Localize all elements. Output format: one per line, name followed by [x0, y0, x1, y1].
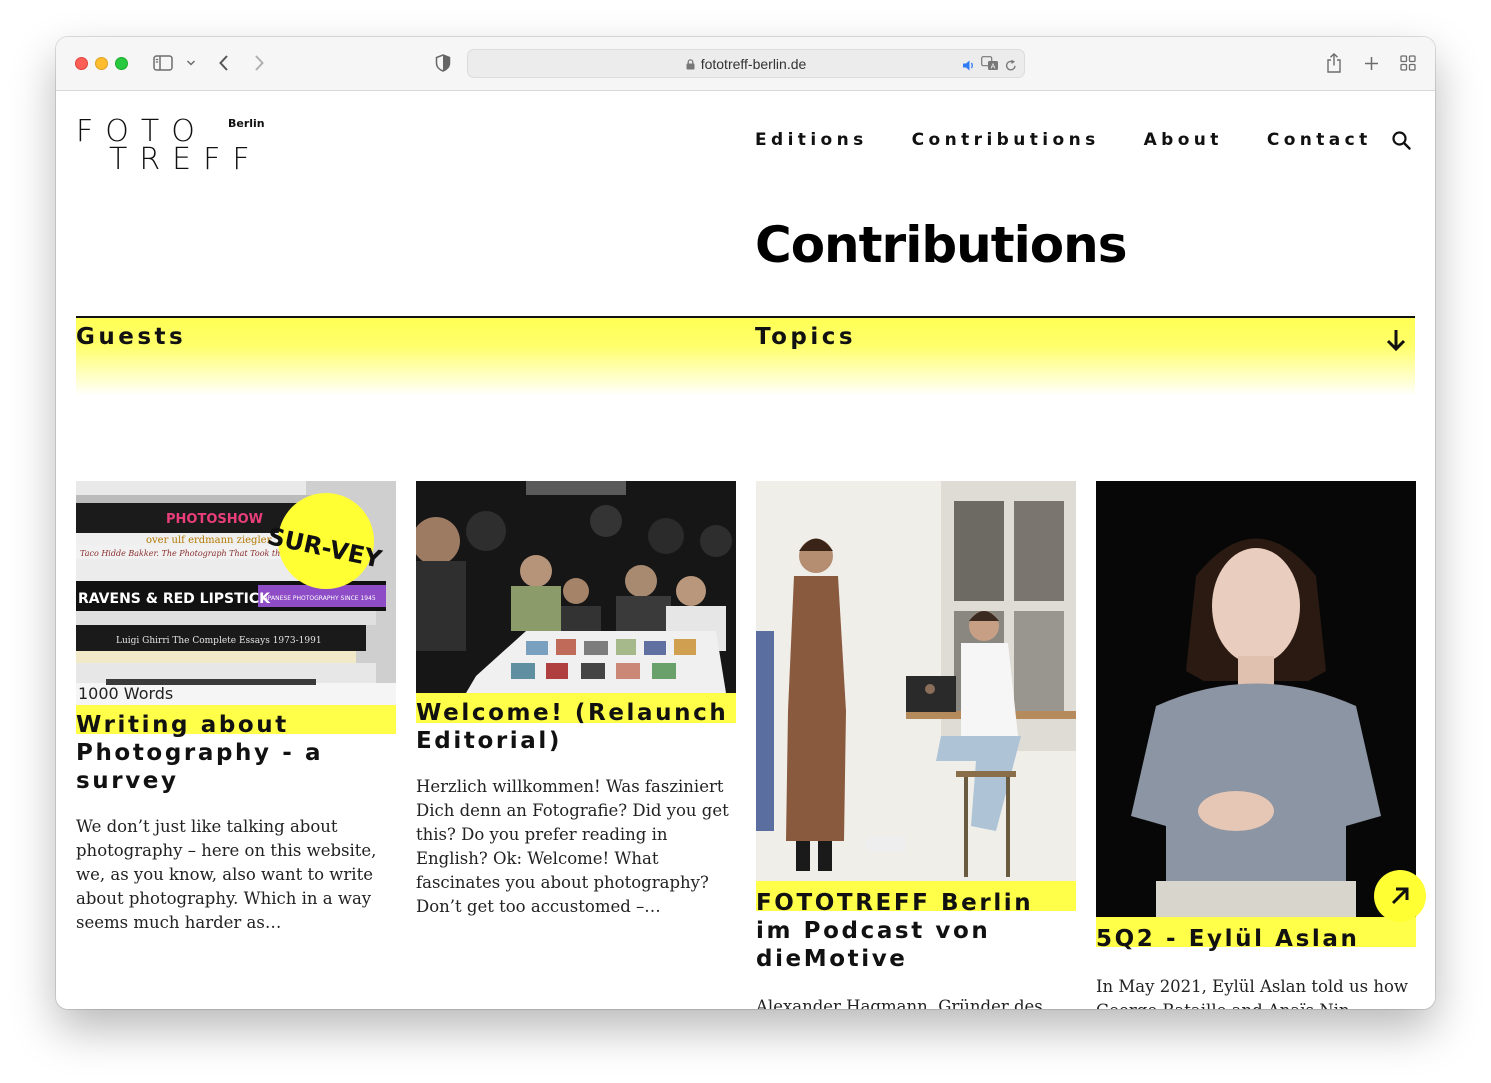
- spine-text: Luigi Ghirri The Complete Essays 1973-19…: [116, 636, 322, 646]
- contribution-card[interactable]: Welcome! (Relaunch Editorial) Herzlich w…: [416, 481, 736, 919]
- forward-arrow-icon[interactable]: [251, 52, 267, 74]
- sidebar-toggle-icon[interactable]: [152, 52, 174, 74]
- card-excerpt: In May 2021, Eylül Aslan told us how Geo…: [1096, 977, 1409, 1009]
- card-excerpt: We don’t just like talking about photogr…: [76, 817, 377, 932]
- logo-line2: TREFF: [109, 142, 262, 177]
- card-image-portrait[interactable]: [1096, 481, 1416, 917]
- back-arrow-icon[interactable]: [216, 52, 232, 74]
- card-excerpt: Alexander Hagmann, Gründer des online-: [756, 997, 1043, 1009]
- spine-text: JAPANESE PHOTOGRAPHY SINCE 1945: [261, 595, 376, 602]
- nav-item-contributions[interactable]: Contributions: [912, 130, 1100, 150]
- spine-text: over ulf erdmann ziegler: [146, 535, 272, 546]
- maximize-window-button[interactable]: [115, 57, 128, 70]
- close-window-button[interactable]: [75, 57, 88, 70]
- translate-icon[interactable]: A: [981, 56, 999, 75]
- arrow-up-right-icon[interactable]: [1374, 870, 1426, 922]
- contribution-card[interactable]: PHOTOSHOW over ulf erdmann ziegler Taco …: [76, 481, 396, 935]
- tab-overview-icon[interactable]: [1398, 52, 1418, 74]
- new-tab-plus-icon[interactable]: [1361, 52, 1381, 74]
- arrow-down-icon[interactable]: [1385, 328, 1407, 356]
- card-title[interactable]: Writing about Photography - a survey: [76, 705, 396, 795]
- search-icon[interactable]: [1391, 130, 1413, 152]
- page-title: Contributions: [755, 216, 1127, 274]
- card-image-event[interactable]: [416, 481, 736, 693]
- contribution-card[interactable]: FOTOTREFF Berlin im Podcast von dieMotiv…: [756, 481, 1076, 1009]
- filter-topics[interactable]: Topics: [755, 324, 856, 350]
- card-excerpt: Herzlich willkommen! Was fasziniert Dich…: [416, 777, 729, 916]
- filter-guests[interactable]: Guests: [76, 324, 186, 350]
- reload-icon[interactable]: [1005, 57, 1017, 76]
- filter-bar: Guests Topics: [76, 316, 1415, 396]
- event-photo: [416, 481, 736, 693]
- spine-text: RAVENS & RED LIPSTICK: [78, 591, 271, 607]
- books-photo: PHOTOSHOW over ulf erdmann ziegler Taco …: [76, 481, 396, 705]
- card-title[interactable]: Welcome! (Relaunch Editorial): [416, 693, 736, 755]
- card-title[interactable]: FOTOTREFF Berlin im Podcast von dieMotiv…: [756, 881, 1076, 973]
- podcast-photo: [756, 481, 1076, 881]
- privacy-shield-icon[interactable]: [434, 52, 452, 74]
- svg-text:A: A: [991, 62, 996, 70]
- card-image-books[interactable]: PHOTOSHOW over ulf erdmann ziegler Taco …: [76, 481, 396, 705]
- minimize-window-button[interactable]: [95, 57, 108, 70]
- card-title[interactable]: 5Q2 - Eylül Aslan: [1096, 917, 1416, 953]
- web-page: FOTO TREFF Berlin Editions Contributions…: [56, 92, 1435, 1009]
- main-nav: Editions Contributions About Contact: [755, 130, 1416, 150]
- site-logo[interactable]: FOTO TREFF Berlin: [76, 114, 266, 177]
- spine-text: PHOTOSHOW: [166, 512, 263, 527]
- share-icon[interactable]: [1324, 52, 1344, 74]
- lock-icon: [686, 57, 695, 73]
- chevron-down-icon[interactable]: [185, 52, 197, 74]
- nav-item-about[interactable]: About: [1144, 130, 1223, 150]
- browser-window: fototreff-berlin.de A FOTO TREFF Berlin …: [56, 37, 1435, 1009]
- nav-item-contact[interactable]: Contact: [1267, 130, 1372, 150]
- card-image-podcast[interactable]: [756, 481, 1076, 881]
- nav-item-editions[interactable]: Editions: [755, 130, 868, 150]
- spine-text: Taco Hidde Bakker. The Photograph That T…: [80, 549, 285, 558]
- browser-toolbar: fototreff-berlin.de A: [56, 37, 1435, 91]
- contribution-card[interactable]: 5Q2 - Eylül Aslan In May 2021, Eylül Asl…: [1096, 481, 1416, 1009]
- audio-speaker-icon[interactable]: [962, 57, 976, 76]
- url-text: fototreff-berlin.de: [700, 56, 807, 72]
- address-bar[interactable]: fototreff-berlin.de A: [467, 49, 1025, 78]
- logo-city: Berlin: [228, 117, 265, 130]
- portrait-photo: [1096, 481, 1416, 917]
- spine-text: 1000 Words: [78, 684, 173, 703]
